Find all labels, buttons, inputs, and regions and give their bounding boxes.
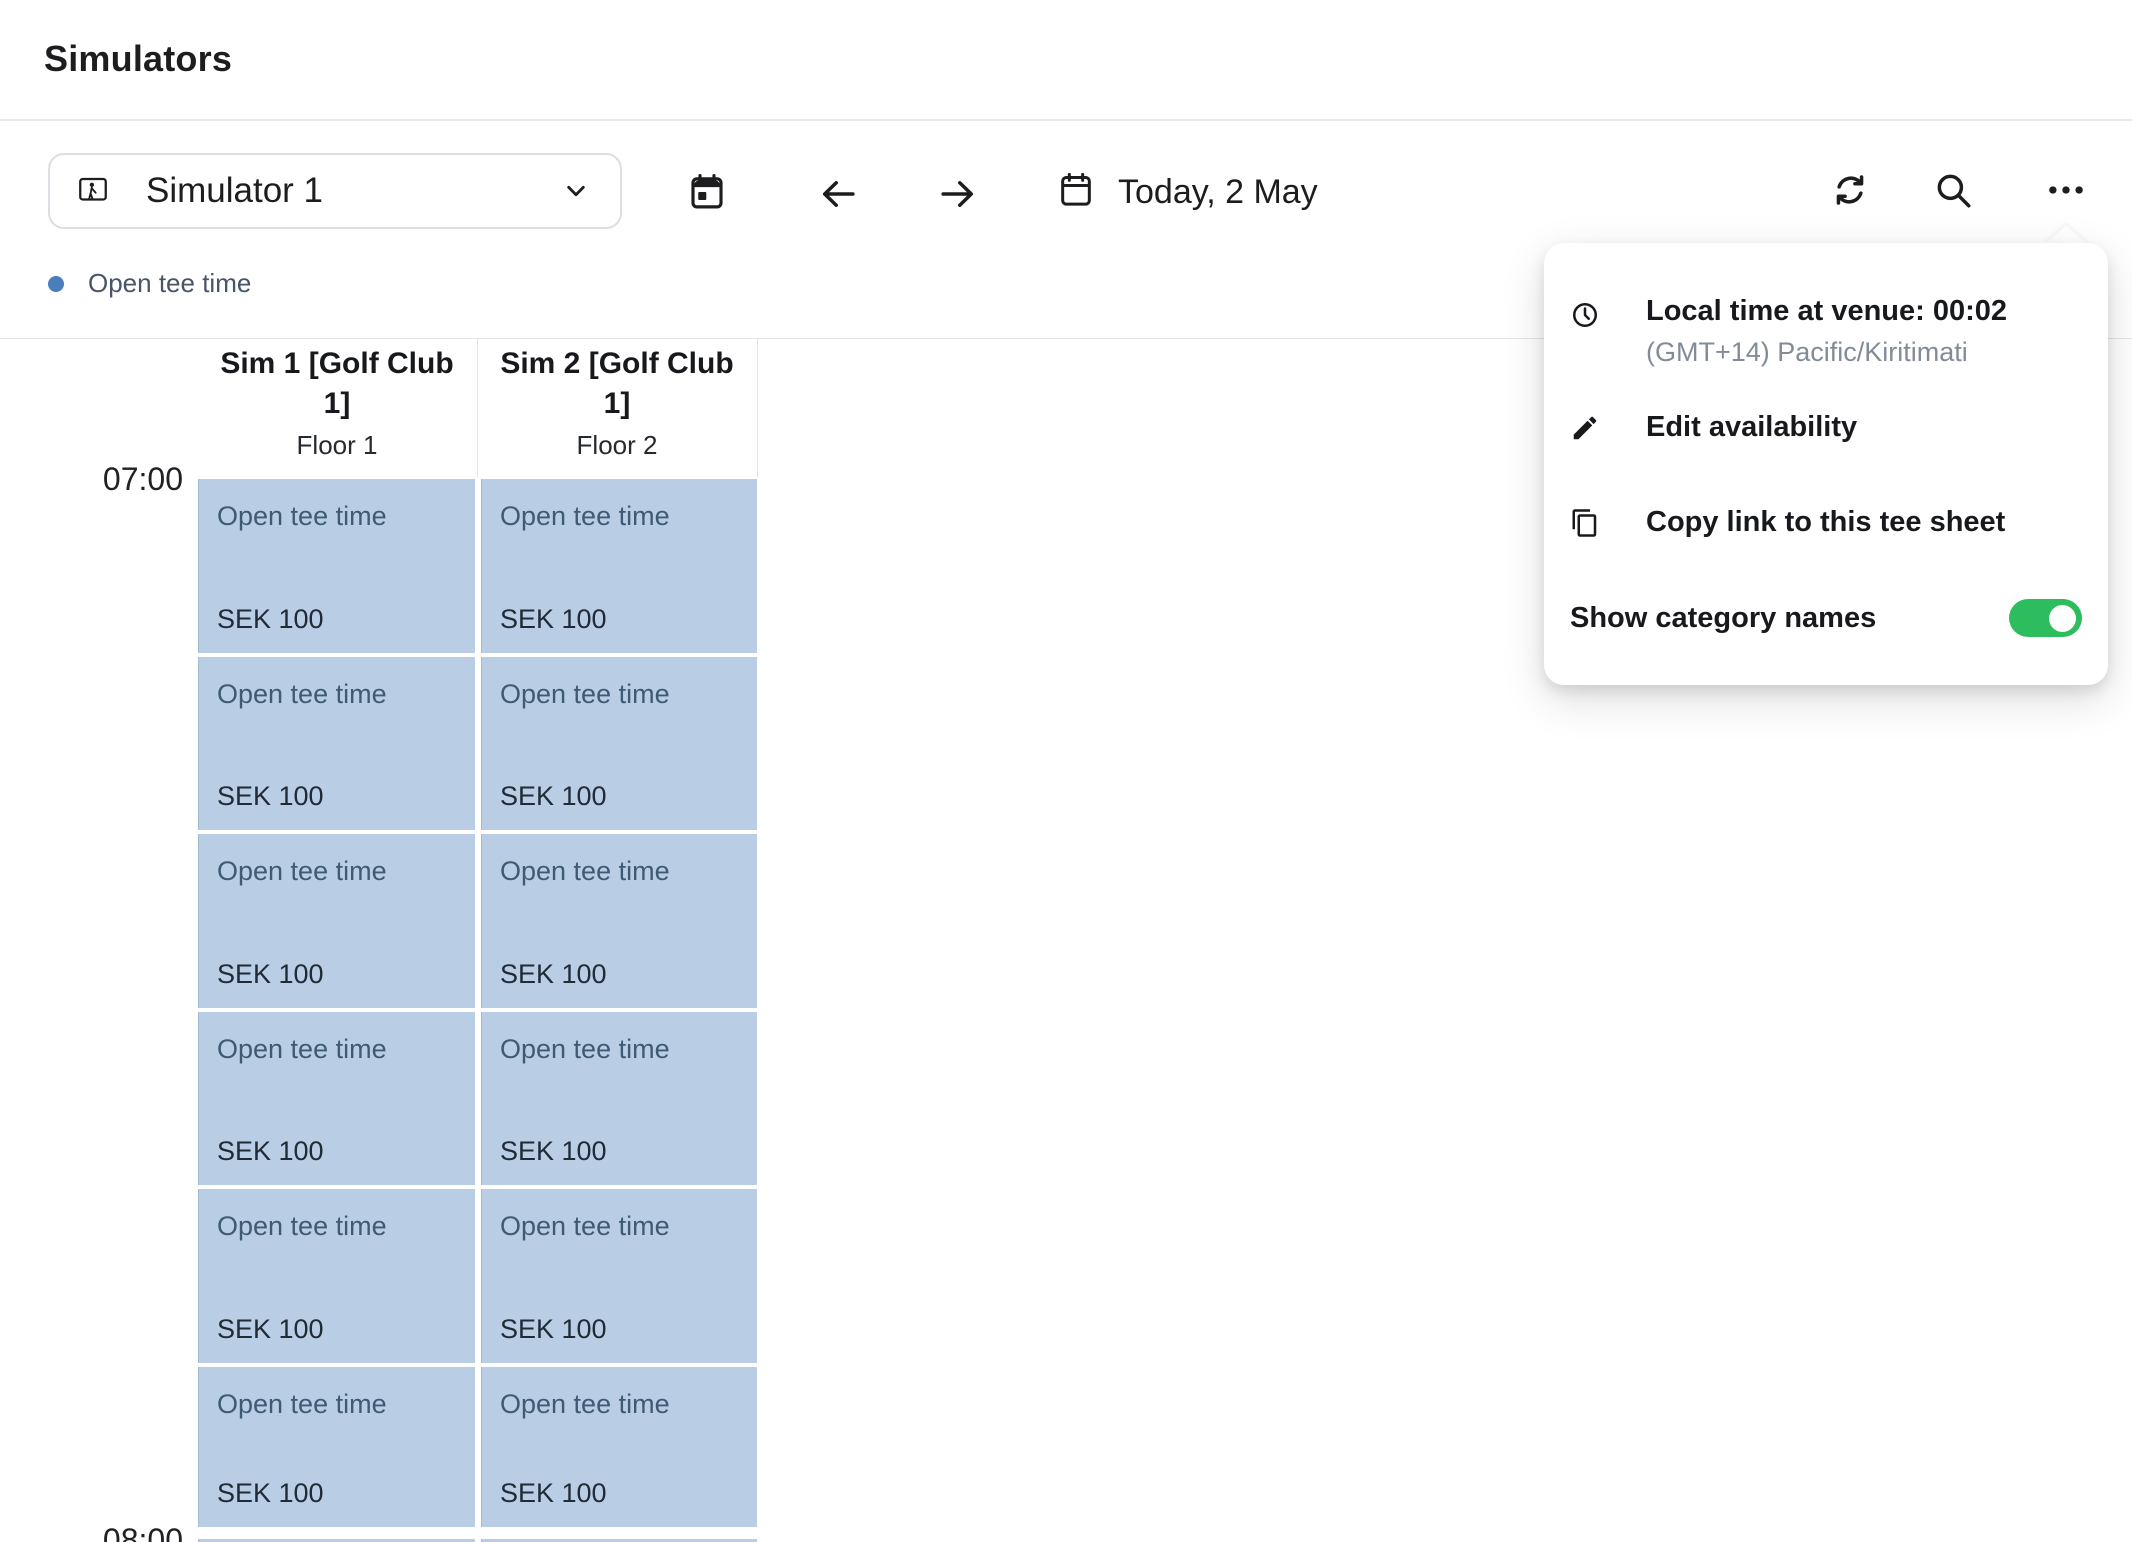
slot-price: SEK 100 xyxy=(217,1136,324,1167)
local-time-item: Local time at venue: 00:02 (GMT+14) Paci… xyxy=(1570,295,2007,368)
next-day-button[interactable] xyxy=(936,172,980,216)
previous-day-button[interactable] xyxy=(816,172,860,216)
copy-link-item[interactable]: Copy link to this tee sheet xyxy=(1570,506,2005,539)
column-header-sim1: Sim 1 [Golf Club1] Floor 1 xyxy=(197,344,477,461)
tee-time-slot[interactable]: Open tee time SEK 100 xyxy=(481,479,757,653)
tee-time-slot[interactable]: Open tee time SEK 100 xyxy=(198,834,475,1008)
tee-time-slot[interactable]: Open tee time SEK 100 xyxy=(481,1012,757,1185)
local-time-label: Local time at venue: 00:02 xyxy=(1646,295,2007,328)
time-label-0700: 07:00 xyxy=(0,461,183,498)
slot-price: SEK 100 xyxy=(500,959,607,990)
slot-label: Open tee time xyxy=(500,1211,670,1242)
jump-to-today-button[interactable] xyxy=(685,170,729,214)
refresh-button[interactable] xyxy=(1828,168,1872,212)
simulator-icon xyxy=(76,174,110,208)
slot-price: SEK 100 xyxy=(217,959,324,990)
slot-label: Open tee time xyxy=(500,1389,670,1420)
show-category-names-toggle[interactable] xyxy=(2009,599,2082,637)
tee-time-slot[interactable]: Open tee time SEK 100 xyxy=(481,834,757,1008)
edit-availability-item[interactable]: Edit availability xyxy=(1570,411,1857,444)
slot-label: Open tee time xyxy=(500,1034,670,1065)
slot-label: Open tee time xyxy=(500,679,670,710)
ellipsis-icon xyxy=(2045,169,2087,211)
clock-icon xyxy=(1570,295,1600,331)
column-header-sim2: Sim 2 [Golf Club1] Floor 2 xyxy=(477,344,757,461)
date-label: Today, 2 May xyxy=(1118,173,1318,212)
slot-price: SEK 100 xyxy=(217,1314,324,1345)
slot-price: SEK 100 xyxy=(500,781,607,812)
calendar-today-icon xyxy=(686,171,728,213)
legend-label: Open tee time xyxy=(88,268,251,299)
date-picker[interactable]: Today, 2 May xyxy=(1056,168,1318,216)
copy-icon xyxy=(1570,508,1600,538)
slot-price: SEK 100 xyxy=(500,604,607,635)
search-icon xyxy=(1932,169,1974,211)
slot-label: Open tee time xyxy=(217,1211,387,1242)
refresh-icon xyxy=(1829,169,1871,211)
slot-label: Open tee time xyxy=(217,501,387,532)
legend: Open tee time xyxy=(48,268,251,299)
options-popup: Local time at venue: 00:02 (GMT+14) Paci… xyxy=(1544,243,2108,685)
slot-price: SEK 100 xyxy=(500,1478,607,1509)
timezone-label: (GMT+14) Pacific/Kiritimati xyxy=(1646,337,2007,368)
slot-price: SEK 100 xyxy=(500,1314,607,1345)
chevron-down-icon xyxy=(560,175,592,207)
pencil-icon xyxy=(1570,413,1600,443)
popup-caret xyxy=(2044,225,2088,245)
slot-label: Open tee time xyxy=(217,1389,387,1420)
search-button[interactable] xyxy=(1931,168,1975,212)
tee-time-slot[interactable]: Open tee time SEK 100 xyxy=(198,1189,475,1363)
slot-label: Open tee time xyxy=(500,501,670,532)
tee-time-slot[interactable]: Open tee time SEK 100 xyxy=(198,657,475,830)
tee-time-slot[interactable]: Open tee time SEK 100 xyxy=(198,479,475,653)
slot-price: SEK 100 xyxy=(217,781,324,812)
header-divider xyxy=(0,119,2132,121)
copy-link-label: Copy link to this tee sheet xyxy=(1646,506,2005,539)
tee-time-slot[interactable]: Open tee time SEK 100 xyxy=(481,657,757,830)
arrow-left-icon xyxy=(817,173,859,215)
arrow-right-icon xyxy=(937,173,979,215)
calendar-icon xyxy=(1056,170,1096,215)
show-category-names-row: Show category names xyxy=(1570,599,2082,637)
tee-time-slot[interactable]: Open tee time SEK 100 xyxy=(481,1189,757,1363)
slot-price: SEK 100 xyxy=(500,1136,607,1167)
show-category-names-label: Show category names xyxy=(1570,602,1876,635)
simulator-select[interactable]: Simulator 1 xyxy=(48,153,622,229)
simulator-select-value: Simulator 1 xyxy=(146,171,560,211)
tee-sheet-page: Simulators Simulator 1 xyxy=(0,0,2132,1542)
open-tee-time-dot xyxy=(48,276,64,292)
tee-time-slot[interactable]: Open tee time SEK 100 xyxy=(198,1367,475,1527)
slot-label: Open tee time xyxy=(217,856,387,887)
tee-time-slot[interactable]: Open tee time SEK 100 xyxy=(481,1367,757,1527)
edit-availability-label: Edit availability xyxy=(1646,411,1857,444)
slot-price: SEK 100 xyxy=(217,1478,324,1509)
toggle-knob xyxy=(2049,605,2076,632)
more-options-button[interactable] xyxy=(2044,168,2088,212)
column-divider xyxy=(757,338,758,477)
slot-label: Open tee time xyxy=(217,1034,387,1065)
time-label-0800: 08:00 xyxy=(0,1522,183,1542)
tee-time-slot[interactable]: Open tee time SEK 100 xyxy=(198,1012,475,1185)
page-title: Simulators xyxy=(44,38,232,80)
slot-price: SEK 100 xyxy=(217,604,324,635)
slot-label: Open tee time xyxy=(500,856,670,887)
slot-label: Open tee time xyxy=(217,679,387,710)
